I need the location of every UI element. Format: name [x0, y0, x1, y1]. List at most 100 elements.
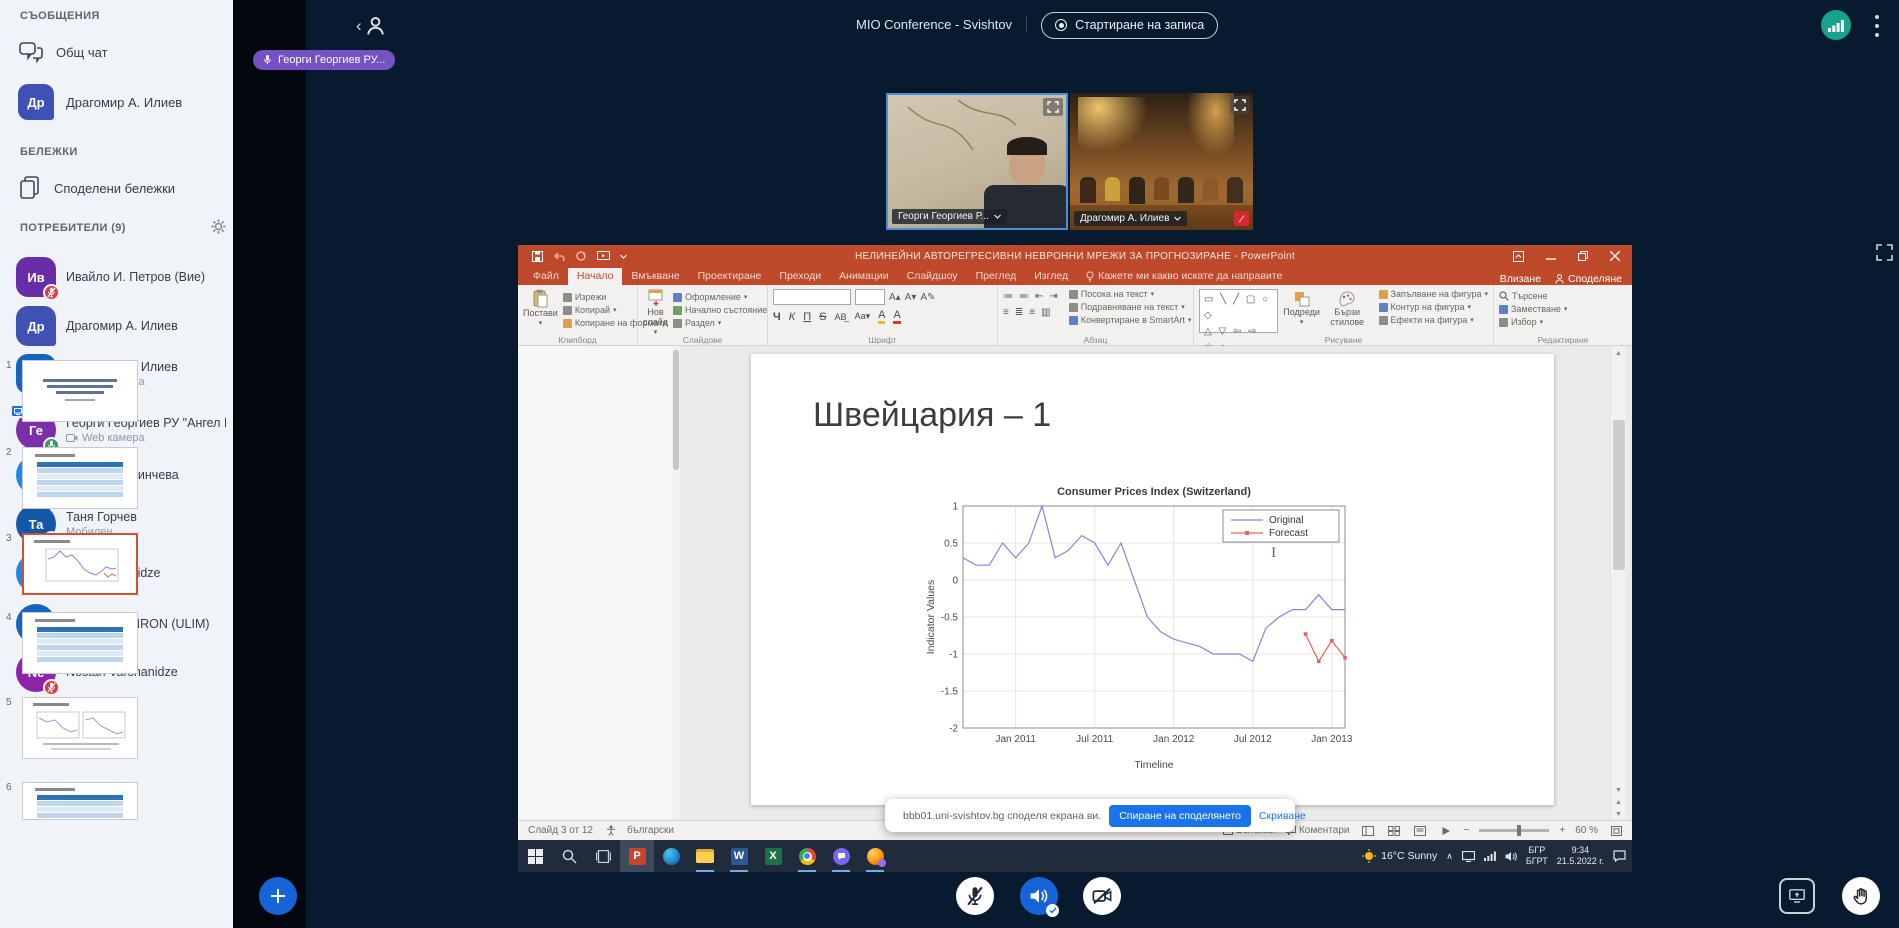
- taskbar-app-word[interactable]: W: [722, 840, 756, 872]
- user-list-item[interactable]: Ив Ивайло И. Петров (Вие): [0, 253, 233, 301]
- change-case-button[interactable]: Аа▾: [854, 311, 870, 322]
- font-size-input[interactable]: [855, 289, 885, 305]
- slide-thumbnail-6[interactable]: [22, 782, 138, 820]
- actions-plus-button[interactable]: [259, 877, 297, 915]
- zoom-out-button[interactable]: −: [1464, 825, 1470, 836]
- paste-button[interactable]: Постави ▾: [523, 289, 558, 328]
- options-menu-button[interactable]: [1869, 13, 1885, 39]
- accessibility-icon[interactable]: [603, 824, 619, 838]
- scroll-down-icon[interactable]: ▼: [1615, 787, 1622, 794]
- start-button[interactable]: [518, 840, 552, 872]
- thumbnail-scrollbar[interactable]: [672, 346, 680, 820]
- display-icon[interactable]: [1462, 851, 1475, 862]
- hide-share-bar-button[interactable]: Скриване: [1259, 810, 1306, 822]
- webcam-dragomir[interactable]: ⁄ Драгомир А. Илиев: [1070, 93, 1253, 230]
- save-icon[interactable]: [532, 251, 543, 262]
- taskbar-clock[interactable]: 9:34 21.5.2022 г.: [1557, 845, 1604, 868]
- replace-button[interactable]: Заместване ▾: [1499, 304, 1567, 314]
- share-webcam-button[interactable]: [1083, 877, 1121, 915]
- ppt-tab-1[interactable]: Начало: [568, 268, 623, 285]
- align-left-button[interactable]: ≡: [1003, 307, 1009, 318]
- webcam-name-dropdown[interactable]: Георги Георгиев Р...: [892, 209, 1007, 224]
- sidebar-item-shared-notes[interactable]: Споделени бележки: [0, 170, 233, 206]
- indent-decrease-button[interactable]: ⇤: [1035, 291, 1043, 302]
- sign-in-button[interactable]: Влизане: [1500, 273, 1541, 285]
- presentation-fullscreen-button[interactable]: [1876, 244, 1893, 266]
- slide-thumbnail-2[interactable]: [22, 447, 138, 509]
- weather-widget[interactable]: 16°C Sunny: [1362, 849, 1437, 863]
- taskbar-app-chrome[interactable]: [790, 840, 824, 872]
- section-button[interactable]: Раздел ▾: [673, 318, 767, 328]
- taskbar-app-firefox[interactable]: [858, 840, 892, 872]
- clear-format-button[interactable]: А✎: [920, 292, 935, 303]
- webcam-fullscreen-button[interactable]: [1043, 98, 1063, 116]
- scrollbar-thumb[interactable]: [1613, 420, 1625, 570]
- slide-sorter-button[interactable]: [1386, 824, 1402, 838]
- tab-tell-me[interactable]: Кажете ми какво искате да направите: [1077, 268, 1291, 285]
- quick-styles-button[interactable]: Бързи стилове: [1325, 291, 1370, 328]
- comments-toggle[interactable]: Коментари: [1286, 825, 1350, 836]
- zoom-level[interactable]: 60 %: [1575, 825, 1598, 836]
- grow-font-button[interactable]: А▴: [889, 292, 901, 303]
- ppt-tab-4[interactable]: Преходи: [770, 268, 830, 285]
- normal-view-button[interactable]: [1360, 824, 1376, 838]
- connection-status-button[interactable]: [1821, 10, 1851, 40]
- strikethrough-button[interactable]: S: [819, 311, 826, 323]
- webcam-fullscreen-button[interactable]: [1230, 96, 1250, 114]
- ribbon-options-icon[interactable]: [1513, 251, 1524, 262]
- shrink-font-button[interactable]: А▾: [905, 292, 917, 303]
- raise-hand-button[interactable]: [1842, 877, 1880, 915]
- font-name-input[interactable]: [773, 289, 851, 305]
- taskbar-app-powerpoint[interactable]: P: [620, 840, 654, 872]
- taskbar-app-excel[interactable]: X: [756, 840, 790, 872]
- start-slideshow-icon[interactable]: [597, 251, 610, 262]
- hidden-icons-button[interactable]: ∧: [1446, 851, 1453, 862]
- network-icon[interactable]: [1484, 851, 1496, 861]
- shape-fill-button[interactable]: Запълване на фигура ▾: [1379, 289, 1488, 299]
- reset-button[interactable]: Начално състояние: [673, 305, 767, 315]
- italic-button[interactable]: К: [789, 311, 795, 323]
- align-text-button[interactable]: Подравняване на текст ▾: [1069, 302, 1192, 312]
- char-spacing-button[interactable]: АВ̲: [834, 312, 846, 322]
- taskbar-search-button[interactable]: [552, 840, 586, 872]
- ppt-tab-8[interactable]: Изглед: [1025, 268, 1077, 285]
- ppt-tab-0[interactable]: Файл: [524, 268, 568, 285]
- taskbar-app-viber[interactable]: [824, 840, 858, 872]
- slide-thumbnail-3-selected[interactable]: [22, 533, 138, 595]
- layout-button[interactable]: Оформление ▾: [673, 292, 767, 302]
- start-recording-button[interactable]: Стартиране на записа: [1041, 12, 1218, 39]
- manage-users-button[interactable]: [211, 219, 226, 239]
- audio-button[interactable]: [1020, 877, 1058, 915]
- shape-effects-button[interactable]: Ефекти на фигура ▾: [1379, 315, 1488, 325]
- highlight-button[interactable]: А: [878, 309, 885, 324]
- task-view-button[interactable]: [586, 840, 620, 872]
- share-button[interactable]: Споделяне: [1555, 273, 1622, 285]
- slide-thumbnail-5[interactable]: [22, 697, 138, 759]
- ppt-tab-7[interactable]: Преглед: [967, 268, 1026, 285]
- undo-icon[interactable]: [553, 251, 565, 261]
- sidebar-item-public-chat[interactable]: Общ чат: [0, 34, 233, 70]
- font-color-button[interactable]: А: [893, 309, 900, 324]
- qat-dropdown-icon[interactable]: [620, 254, 627, 259]
- taskbar-app-edge[interactable]: [654, 840, 688, 872]
- mute-button[interactable]: [956, 877, 994, 915]
- fit-to-window-button[interactable]: [1608, 824, 1624, 838]
- ppt-tab-5[interactable]: Анимации: [830, 268, 897, 285]
- ppt-tab-6[interactable]: Слайдшоу: [898, 268, 967, 285]
- slide-scrollbar[interactable]: ▲ ▼ ▲ ▼: [1610, 346, 1626, 820]
- redo-icon[interactable]: [575, 250, 587, 262]
- restore-icon[interactable]: [1578, 251, 1588, 261]
- select-button[interactable]: Избор ▾: [1499, 317, 1567, 327]
- underline-button[interactable]: П: [803, 311, 811, 323]
- bold-button[interactable]: Ч: [773, 311, 781, 323]
- zoom-slider[interactable]: [1479, 829, 1549, 832]
- volume-icon[interactable]: [1505, 851, 1517, 862]
- shapes-gallery[interactable]: ▭ ╲ ╱ ▢ ○ ◇ △ ▽ ⇦ ⇨ ☆ ○: [1199, 289, 1278, 333]
- zoom-in-button[interactable]: +: [1559, 825, 1565, 836]
- sidebar-item-private-chat[interactable]: Др Драгомир А. Илиев: [0, 80, 233, 124]
- columns-button[interactable]: ▥: [1041, 307, 1050, 318]
- webcam-georgi[interactable]: Георги Георгиев Р...: [886, 93, 1068, 230]
- indent-increase-button[interactable]: ⇥: [1049, 291, 1057, 302]
- slide-thumbnail-1[interactable]: [22, 360, 138, 422]
- shape-outline-button[interactable]: Контур на фигура ▾: [1379, 302, 1488, 312]
